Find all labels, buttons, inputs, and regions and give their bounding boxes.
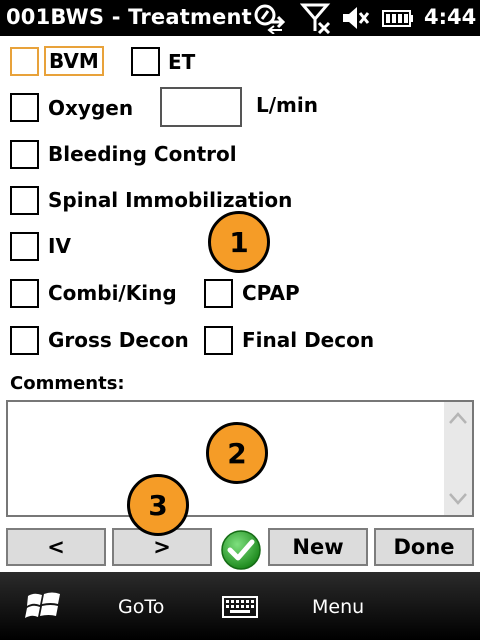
label-et[interactable]: ET xyxy=(168,50,195,74)
done-button[interactable]: Done xyxy=(374,528,474,566)
keyboard-icon[interactable] xyxy=(222,596,258,618)
ok-check-icon[interactable] xyxy=(220,529,262,571)
checkbox-iv[interactable] xyxy=(10,232,39,261)
oxygen-rate-input[interactable] xyxy=(160,87,242,127)
goto-softkey[interactable]: GoTo xyxy=(118,596,164,618)
treatment-form: BVM ET Oxygen L/min Bleeding Control Spi… xyxy=(0,36,480,572)
softkey-bar: GoTo Menu xyxy=(0,572,480,640)
label-iv[interactable]: IV xyxy=(48,234,71,258)
windows-start-icon[interactable] xyxy=(24,586,64,626)
battery-icon xyxy=(382,10,413,27)
volume-muted-icon xyxy=(343,7,370,29)
checkbox-bleeding-control[interactable] xyxy=(10,140,39,169)
new-button[interactable]: New xyxy=(268,528,368,566)
no-signal-icon xyxy=(300,3,331,34)
label-gross-decon[interactable]: Gross Decon xyxy=(48,328,189,352)
checkbox-et[interactable] xyxy=(131,47,160,76)
label-bleeding-control[interactable]: Bleeding Control xyxy=(48,142,237,166)
oxygen-unit-label: L/min xyxy=(256,93,318,117)
callout-badge-1: 1 xyxy=(208,211,270,273)
previous-button[interactable]: < xyxy=(6,528,106,566)
checkbox-gross-decon[interactable] xyxy=(10,326,39,355)
checkbox-cpap[interactable] xyxy=(204,279,233,308)
label-final-decon[interactable]: Final Decon xyxy=(242,328,374,352)
label-spinal-immobilization[interactable]: Spinal Immobilization xyxy=(48,188,292,212)
label-combi-king[interactable]: Combi/King xyxy=(48,281,177,305)
clock: 4:44 xyxy=(424,5,477,29)
checkbox-oxygen[interactable] xyxy=(10,93,39,122)
scroll-up-icon[interactable] xyxy=(448,408,468,428)
checkbox-final-decon[interactable] xyxy=(204,326,233,355)
label-cpap[interactable]: CPAP xyxy=(242,281,300,305)
label-oxygen[interactable]: Oxygen xyxy=(48,96,133,120)
status-bar: 001BWS - Treatment 4:44 xyxy=(0,0,480,36)
checkbox-bvm[interactable] xyxy=(10,47,39,76)
comments-scrollbar[interactable] xyxy=(444,402,472,515)
comments-label: Comments: xyxy=(10,373,125,394)
scroll-down-icon[interactable] xyxy=(448,489,468,509)
callout-badge-3: 3 xyxy=(127,474,189,536)
label-bvm[interactable]: BVM xyxy=(44,46,104,76)
comments-text xyxy=(8,402,472,410)
sync-icon xyxy=(254,4,286,34)
window-title: 001BWS - Treatment xyxy=(6,5,252,29)
checkbox-spinal-immobilization[interactable] xyxy=(10,186,39,215)
checkbox-combi-king[interactable] xyxy=(10,279,39,308)
callout-badge-2: 2 xyxy=(206,422,268,484)
menu-softkey[interactable]: Menu xyxy=(312,596,364,618)
